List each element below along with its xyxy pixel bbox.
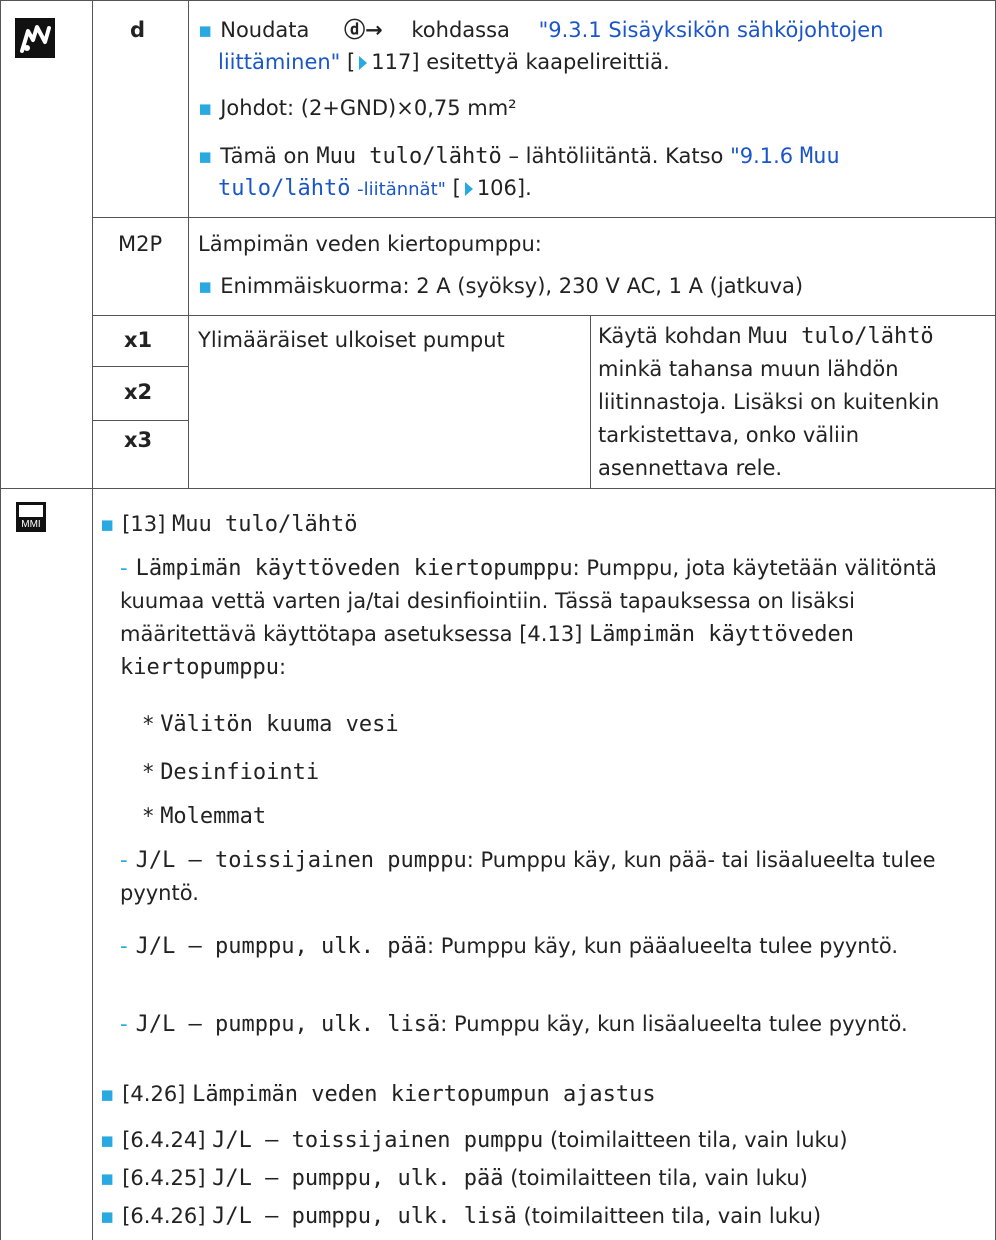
row-d-bullet-3-cont: tulo/lähtö -liitännät" [106]. [218,176,532,201]
row-x2-label: x2 [124,380,153,404]
note-column-divider [590,316,591,488]
row-divider-x1 [92,366,188,367]
link-9-1-6-cont[interactable]: tulo/lähtö [218,176,350,201]
wiring-icon [15,18,55,58]
row-m2p-bullet-1: ▪ Enimmäiskuorma: 2 A (syöksy), 230 V AC,… [198,274,804,298]
mmi-item-6-4-25: ▪ [6.4.25] J/L – pumppu, ulk. pää (toimil… [100,1166,808,1191]
table-top-border [0,0,996,1]
mmi-sub-item-3: - J/L – pumppu, ulk. pää: Pumppu käy, kun… [120,934,898,959]
mmi-sub-item-4: - J/L – pumppu, ulk. lisä: Pumppu käy, ku… [120,1012,908,1037]
row-m2p-title: Lämpimän veden kiertopumppu: [198,232,542,256]
connector-d-symbol: ⓓ→ [344,18,383,42]
row-d-bullet-3: ▪ Tämä on Muu tulo/lähtö – lähtöliitäntä.… [198,144,840,169]
row-divider-mmi [0,488,996,489]
link-9-1-6[interactable]: "9.1.6 [730,144,793,168]
mmi-item-6-4-26: ▪ [6.4.26] J/L – pumppu, ulk. lisä (toimi… [100,1204,822,1229]
row-d-bullet-1: ▪ Noudata ⓓ→ kohdassa "9.3.1 Sisäyksikön … [198,18,884,42]
mmi-option-1: * Välitön kuuma vesi [143,712,399,737]
mmi-item-4-26: ▪ [4.26] Lämpimän veden kiertopumpun ajas… [100,1082,656,1107]
page-ref-icon [359,56,368,70]
row-d-bullet-2: ▪ Johdot: (2+GND)×0,75 mm² [198,96,517,120]
mmi-item-13: ▪ [13] Muu tulo/lähtö [100,512,358,537]
page-ref-117[interactable]: 117 [371,50,411,74]
row-d-bullet-1-cont: liittäminen" [117] esitettyä kaapelireit… [218,50,670,74]
link-9-3-1[interactable]: "9.3.1 Sisäyksikön sähköjohtojen [539,18,884,42]
mmi-sub-item-1: - Lämpimän käyttöveden kiertopumppu: Pump… [120,556,937,680]
row-x3-label: x3 [124,428,153,452]
row-x-description: Ylimääräiset ulkoiset pumput [198,328,505,352]
mmi-option-2: * Desinfiointi [143,760,320,785]
row-d-label: d [130,18,146,42]
label-column-divider [188,0,189,488]
row-divider-d [92,217,996,218]
page-ref-icon [464,182,473,196]
row-divider-m2p [92,315,996,316]
mmi-sub-item-2: - J/L – toissijainen pumppu: Pumppu käy, … [120,848,936,905]
icon-column-divider [92,0,93,1240]
row-divider-x2 [92,420,188,421]
link-9-3-1-cont[interactable]: liittäminen" [218,50,340,74]
table-left-border [0,0,1,1240]
row-x1-label: x1 [124,328,153,352]
row-m2p-label: M2P [118,232,163,256]
page-ref-106[interactable]: 106 [477,176,517,200]
mmi-icon: MMI [16,502,46,532]
mmi-option-3: * Molemmat [143,804,267,829]
mmi-item-6-4-24: ▪ [6.4.24] J/L – toissijainen pumppu (toi… [100,1128,848,1153]
row-x-note: Käytä kohdan Muu tulo/lähtö minkä tahans… [598,324,940,480]
